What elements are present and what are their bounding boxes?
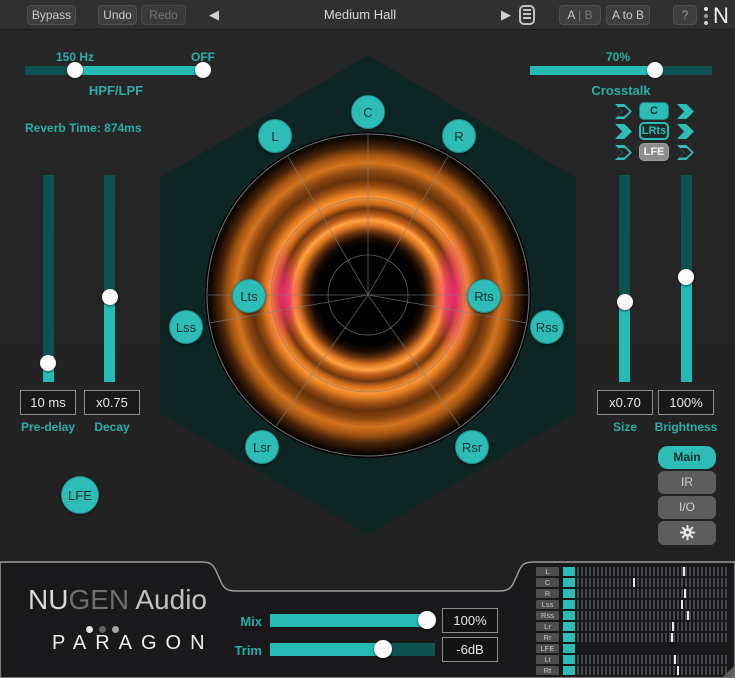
channel-node-lss[interactable]: Lss [169,310,203,344]
channel-node-rts[interactable]: Rts [467,279,501,313]
size-track[interactable] [619,175,630,382]
mix-value[interactable]: 100% [442,608,498,633]
channel-node-lts[interactable]: Lts [232,279,266,313]
resize-grip[interactable] [722,665,735,678]
hpf-lpf-label: HPF/LPF [25,83,207,98]
channel-node-r[interactable]: R [442,119,476,153]
meter-label: Lt [536,655,559,664]
decay-value[interactable]: x0.75 [84,390,140,415]
meter-label: Lr [536,622,559,631]
meter-label: Lss [536,600,559,609]
trim-track[interactable] [270,643,435,656]
decay-track[interactable] [104,175,115,382]
ab-separator: | [578,8,581,22]
routing-lfe-out-chevron-icon[interactable] [677,145,694,160]
predelay-track[interactable] [43,175,54,382]
routing-lfe-in-chevron-icon[interactable] [615,145,632,160]
preset-name[interactable]: Medium Hall [280,5,440,25]
meter-label: Rr [536,633,559,642]
meter-label: Rt [536,666,559,675]
meter-label: C [536,578,559,587]
help-button[interactable]: ? [673,5,697,25]
ab-compare-button[interactable]: A | B [559,5,601,25]
brand-logo: NUGEN Audio [28,584,207,616]
brightness-label: Brightness [650,420,722,434]
routing-lfe-button[interactable]: LFE [639,143,669,161]
crosstalk-value: 70% [588,50,648,64]
trim-value[interactable]: -6dB [442,637,498,662]
routing-c-out-chevron-icon[interactable] [677,104,694,119]
meter-panel: L C R Lss Rss Lr Rr LFE Lt Rt [536,566,732,676]
top-bar: Bypass Undo Redo ◀ Medium Hall ▶ A | B A… [0,0,735,30]
size-value[interactable]: x0.70 [597,390,653,415]
routing-lrts-in-chevron-icon[interactable] [615,124,632,139]
hpf-handle[interactable] [67,62,83,78]
ab-b-label: B [585,8,593,22]
hpf-lpf-track[interactable] [25,66,207,75]
lpf-handle[interactable] [195,62,211,78]
undo-button[interactable]: Undo [98,5,137,25]
brightness-value[interactable]: 100% [658,390,714,415]
channel-node-c[interactable]: C [351,95,385,129]
brightness-handle[interactable] [678,269,694,285]
routing-lrts-out-chevron-icon[interactable] [677,124,694,139]
channel-node-l[interactable]: L [258,119,292,153]
mix-track[interactable] [270,614,435,627]
routing-c-button[interactable]: C [639,102,669,120]
a-to-b-button[interactable]: A to B [606,5,650,25]
gear-icon [679,524,696,541]
crosstalk-handle[interactable] [647,62,663,78]
size-handle[interactable] [617,294,633,310]
nugen-logo-icon: N [704,4,732,28]
meter-label: Rss [536,611,559,620]
channel-node-rss[interactable]: Rss [530,310,564,344]
mix-label: Mix [222,614,262,629]
predelay-value[interactable]: 10 ms [20,390,76,415]
routing-lrts-button[interactable]: LRts [639,122,669,140]
meter-label: LFE [536,644,559,653]
meter-label: R [536,589,559,598]
size-label: Size [597,420,653,434]
crosstalk-label: Crosstalk [530,83,712,98]
settings-button[interactable] [658,521,716,545]
trim-label: Trim [222,643,262,658]
product-name: PARAGON [52,632,214,655]
tab-ir[interactable]: IR [658,471,716,494]
meter-label: L [536,567,559,576]
channel-node-rsr[interactable]: Rsr [455,430,489,464]
tab-main[interactable]: Main [658,446,716,469]
channel-node-lfe[interactable]: LFE [61,476,99,514]
channel-node-lsr[interactable]: Lsr [245,430,279,464]
paragon-plugin-window: Bypass Undo Redo ◀ Medium Hall ▶ A | B A… [0,0,735,678]
next-preset-icon[interactable]: ▶ [497,5,515,25]
bypass-button[interactable]: Bypass [27,5,76,25]
tab-io[interactable]: I/O [658,496,716,519]
routing-c-in-chevron-icon[interactable] [615,104,632,119]
preset-browser-icon[interactable] [519,5,535,25]
ab-a-label: A [567,8,574,22]
predelay-label: Pre-delay [20,420,76,434]
decay-label: Decay [84,420,140,434]
decay-handle[interactable] [102,289,118,305]
predelay-handle[interactable] [40,355,56,371]
redo-button[interactable]: Redo [141,5,186,25]
reverb-time-readout: Reverb Time: 874ms [25,121,142,135]
previous-preset-icon[interactable]: ◀ [205,5,223,25]
trim-handle[interactable] [374,640,392,658]
mix-handle[interactable] [418,611,436,629]
crosstalk-track[interactable] [530,66,712,75]
